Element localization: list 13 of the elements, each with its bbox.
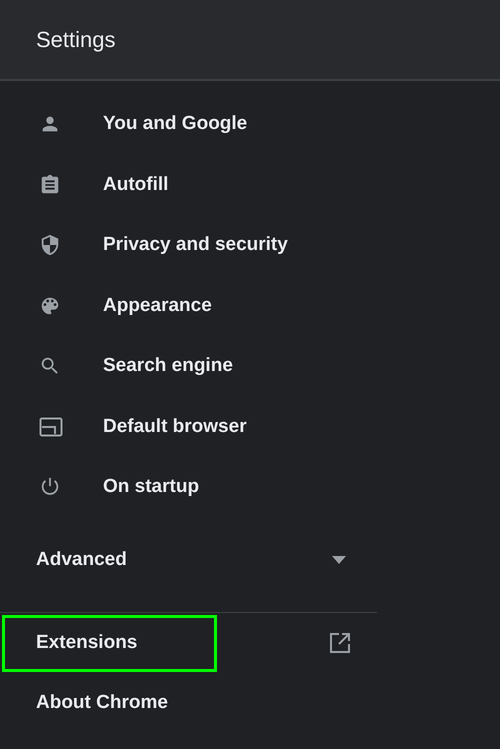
advanced-section-toggle[interactable]: Advanced bbox=[0, 530, 378, 590]
menu-item[interactable]: Privacy and security bbox=[0, 215, 500, 276]
menu-item[interactable]: Default browser bbox=[0, 396, 500, 457]
page-title: Settings bbox=[36, 26, 116, 52]
menu-item[interactable]: Appearance bbox=[0, 276, 500, 336]
settings-link[interactable]: Extensions bbox=[36, 632, 138, 654]
menu-item[interactable]: On startup bbox=[0, 457, 500, 518]
browser-window-icon bbox=[39, 416, 63, 438]
menu-item[interactable]: You and Google bbox=[0, 94, 500, 154]
menu-item[interactable]: Search engine bbox=[0, 336, 500, 396]
settings-link[interactable]: About Chrome bbox=[36, 692, 168, 714]
shield-icon bbox=[39, 233, 61, 258]
menu-item[interactable]: Autofill bbox=[0, 154, 500, 215]
